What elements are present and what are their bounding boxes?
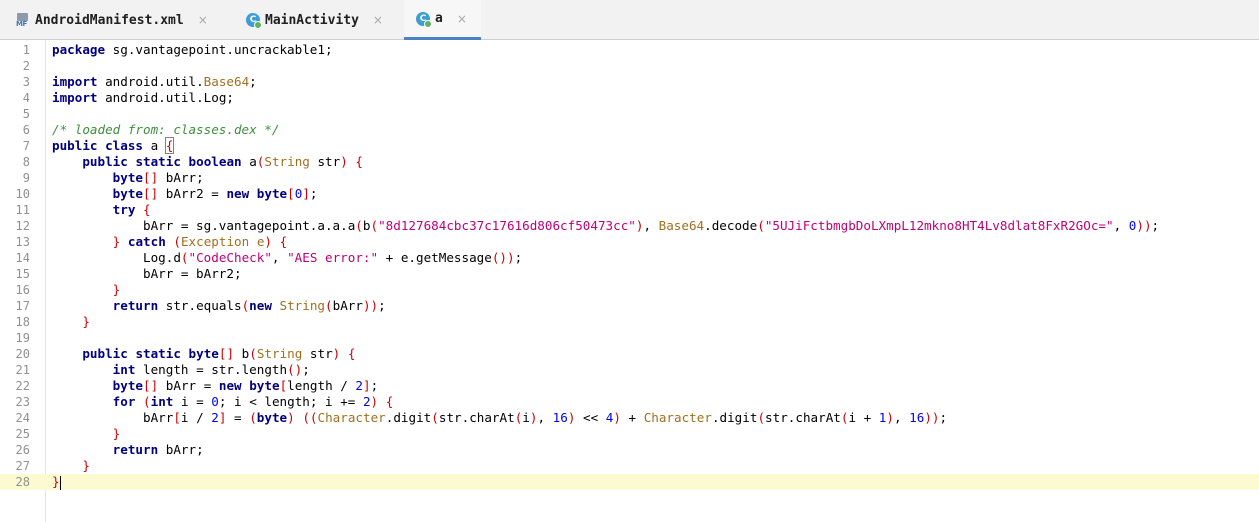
code-line[interactable]: 17 return str.equals(new String(bArr)); [0, 298, 1259, 314]
code-text: for (int i = 0; i < length; i += 2) { [112, 394, 394, 409]
close-icon[interactable]: × [457, 12, 467, 26]
code-text: public class a { [52, 137, 175, 154]
code-text: return bArr; [112, 442, 204, 457]
line-number: 17 [15, 299, 30, 313]
code-editor[interactable]: 1 package sg.vantagepoint.uncrackable1; 2 3… [0, 42, 1259, 490]
code-line[interactable]: 24 bArr[i / 2] = (byte) ((Character.digi… [0, 410, 1259, 426]
editor-tab-bar: MF AndroidManifest.xml × C MainActivity … [0, 0, 1259, 40]
code-text: import android.util.Log; [52, 90, 234, 105]
code-line[interactable]: 20 public static byte[] b(String str) { [0, 346, 1259, 362]
code-line[interactable]: 2 [0, 58, 1259, 74]
code-line[interactable]: 19 [0, 330, 1259, 346]
line-number: 12 [15, 219, 30, 233]
code-line[interactable]: 26 return bArr; [0, 442, 1259, 458]
close-icon[interactable]: × [198, 13, 208, 27]
line-number: 28 [15, 475, 30, 489]
code-line[interactable]: 13 } catch (Exception e) { [0, 234, 1259, 250]
line-number: 18 [15, 315, 30, 329]
text-cursor [59, 475, 61, 490]
close-icon[interactable]: × [373, 13, 383, 27]
code-text: } [82, 458, 90, 473]
line-number: 14 [15, 251, 30, 265]
line-number: 2 [22, 59, 30, 73]
tab-androidmanifest[interactable]: MF AndroidManifest.xml × [4, 0, 226, 40]
code-line[interactable]: 21 int length = str.length(); [0, 362, 1259, 378]
code-line[interactable]: 10 byte[] bArr2 = new byte[0]; [0, 186, 1259, 202]
code-line[interactable]: 16 } [0, 282, 1259, 298]
code-line[interactable]: 12 bArr = sg.vantagepoint.a.a.a(b("8d127… [0, 218, 1259, 234]
line-number: 15 [15, 267, 30, 281]
line-number: 1 [22, 43, 30, 57]
code-text: byte[] bArr; [112, 170, 204, 185]
code-text: } [52, 474, 61, 490]
line-number: 9 [22, 171, 30, 185]
code-line[interactable]: 5 [0, 106, 1259, 122]
tab-label: a [435, 11, 443, 26]
code-line[interactable]: 22 byte[] bArr = new byte[length / 2]; [0, 378, 1259, 394]
code-text: byte[] bArr = new byte[length / 2]; [112, 378, 379, 393]
line-number: 10 [15, 187, 30, 201]
code-line[interactable]: 4 import android.util.Log; [0, 90, 1259, 106]
tab-label: AndroidManifest.xml [35, 12, 184, 28]
line-number: 20 [15, 347, 30, 361]
tab-label: MainActivity [265, 12, 359, 28]
code-line[interactable]: 25 } [0, 426, 1259, 442]
line-number: 21 [15, 363, 30, 377]
line-number: 3 [22, 75, 30, 89]
code-text: try { [112, 202, 151, 217]
code-text: Log.d("CodeCheck", "AES error:" + e.getM… [52, 250, 523, 265]
line-number: 23 [15, 395, 30, 409]
code-text: } catch (Exception e) { [112, 234, 288, 249]
line-number: 27 [15, 459, 30, 473]
line-number: 26 [15, 443, 30, 457]
line-number: 25 [15, 427, 30, 441]
line-number: 7 [22, 139, 30, 153]
code-line[interactable]: 3 import android.util.Base64; [0, 74, 1259, 90]
code-text: byte[] bArr2 = new byte[0]; [112, 186, 318, 201]
code-text: int length = str.length(); [112, 362, 310, 377]
code-text: public static byte[] b(String str) { [82, 346, 356, 361]
code-line[interactable]: 11 try { [0, 202, 1259, 218]
tab-mainactivity[interactable]: C MainActivity × [234, 0, 396, 40]
code-text: } [112, 282, 121, 297]
line-number: 8 [22, 155, 30, 169]
code-text: import android.util.Base64; [52, 74, 257, 89]
class-icon: C [416, 11, 432, 28]
code-text: bArr = sg.vantagepoint.a.a.a(b("8d127684… [52, 218, 1160, 233]
line-number: 5 [22, 107, 30, 121]
code-line[interactable]: 23 for (int i = 0; i < length; i += 2) { [0, 394, 1259, 410]
code-line[interactable]: 8 public static boolean a(String str) { [0, 154, 1259, 170]
code-text: package sg.vantagepoint.uncrackable1; [52, 42, 333, 57]
line-number: 19 [15, 331, 30, 345]
line-number: 11 [15, 203, 30, 217]
code-line[interactable]: 7 public class a { [0, 137, 1259, 154]
code-line[interactable]: 15 bArr = bArr2; [0, 266, 1259, 282]
line-number: 22 [15, 379, 30, 393]
code-line[interactable]: 14 Log.d("CodeCheck", "AES error:" + e.g… [0, 250, 1259, 266]
code-text: bArr[i / 2] = (byte) ((Character.digit(s… [52, 410, 948, 425]
line-number: 13 [15, 235, 30, 249]
code-line[interactable]: 27 } [0, 458, 1259, 474]
code-line[interactable]: 1 package sg.vantagepoint.uncrackable1; [0, 42, 1259, 58]
class-icon: C [246, 13, 262, 29]
manifest-file-icon: MF [16, 13, 30, 28]
code-text: return str.equals(new String(bArr)); [112, 298, 386, 313]
code-line[interactable]: 28} [0, 474, 1259, 490]
line-number: 4 [22, 91, 30, 105]
tab-a[interactable]: C a × [404, 0, 481, 40]
code-text: /* loaded from: classes.dex */ [52, 122, 280, 137]
code-text: } [82, 314, 90, 329]
code-text: bArr = bArr2; [52, 266, 242, 281]
line-number: 16 [15, 283, 30, 297]
line-number: 6 [22, 123, 30, 137]
code-line[interactable]: 18 } [0, 314, 1259, 330]
code-text: } [112, 426, 121, 441]
code-line[interactable]: 6 /* loaded from: classes.dex */ [0, 122, 1259, 138]
code-line[interactable]: 9 byte[] bArr; [0, 170, 1259, 186]
line-number: 24 [15, 411, 30, 425]
code-text: public static boolean a(String str) { [82, 154, 363, 169]
